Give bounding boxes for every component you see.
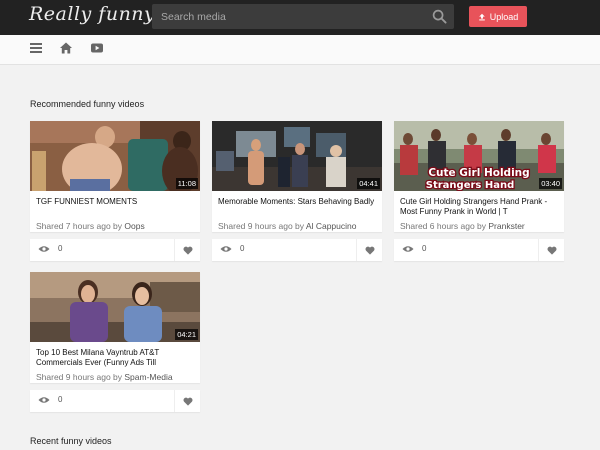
video-card-footer: 0 <box>30 390 200 412</box>
video-thumbnail[interactable]: 04:41 <box>212 121 382 191</box>
video-card-footer: 0 <box>30 239 200 261</box>
video-card-footer: 0 <box>212 239 382 261</box>
recent-section-title: Recent funny videos <box>30 436 112 446</box>
video-thumbnail[interactable]: 11:08 <box>30 121 200 191</box>
heart-icon <box>183 397 192 406</box>
like-button[interactable] <box>538 239 564 261</box>
author-link[interactable]: Spam-Media <box>124 372 172 382</box>
upload-button[interactable]: Upload <box>469 6 527 27</box>
video-meta: Shared 6 hours ago by Prankster <box>400 221 525 231</box>
video-title[interactable]: Cute Girl Holding Strangers Hand Prank -… <box>400 197 558 217</box>
video-title[interactable]: Memorable Moments: Stars Behaving Badly <box>218 197 376 207</box>
home-icon[interactable] <box>59 41 73 55</box>
upload-icon <box>478 13 485 20</box>
search-input[interactable] <box>152 4 422 29</box>
site-logo[interactable]: Really funny <box>29 3 155 25</box>
shared-text: Shared 7 hours ago by <box>36 221 125 231</box>
search-box <box>152 4 454 29</box>
video-duration: 11:08 <box>175 178 198 189</box>
search-icon[interactable] <box>432 9 447 24</box>
heart-icon <box>183 246 192 255</box>
video-thumbnail[interactable]: Cute Girl Holding Strangers Hand 03:40 <box>394 121 564 191</box>
video-duration: 04:41 <box>357 178 380 189</box>
video-card-body[interactable]: 04:41 Memorable Moments: Stars Behaving … <box>212 121 382 232</box>
eye-icon <box>38 396 50 403</box>
like-button[interactable] <box>174 239 200 261</box>
heart-icon <box>547 246 556 255</box>
thumbnail-caption-line-2: Strangers Hand <box>426 180 514 191</box>
video-card: 04:41 Memorable Moments: Stars Behaving … <box>212 121 382 261</box>
shared-text: Shared 9 hours ago by <box>36 372 125 382</box>
video-card-body[interactable]: Cute Girl Holding Strangers Hand 03:40 C… <box>394 121 564 232</box>
upload-label: Upload <box>489 11 519 22</box>
eye-icon <box>402 245 414 252</box>
thumbnail-caption-line-1: Cute Girl Holding <box>428 167 529 179</box>
view-count: 0 <box>402 244 426 253</box>
eye-icon <box>220 245 232 252</box>
top-bar: Really funny Upload <box>0 0 600 35</box>
video-card: 04:21 Top 10 Best Milana Vayntrub AT&T C… <box>30 272 200 412</box>
video-title[interactable]: Top 10 Best Milana Vayntrub AT&T Commerc… <box>36 348 194 368</box>
menu-icon[interactable] <box>29 41 43 55</box>
video-icon[interactable] <box>90 41 104 55</box>
video-meta: Shared 7 hours ago by Oops <box>36 221 145 231</box>
author-link[interactable]: Oops <box>124 221 144 231</box>
video-card-footer: 0 <box>394 239 564 261</box>
video-card-body[interactable]: 11:08 TGF FUNNIEST MOMENTS Shared 7 hour… <box>30 121 200 232</box>
author-link[interactable]: Prankster <box>488 221 524 231</box>
shared-text: Shared 9 hours ago by <box>218 221 306 231</box>
video-card-body[interactable]: 04:21 Top 10 Best Milana Vayntrub AT&T C… <box>30 272 200 383</box>
view-count: 0 <box>38 244 62 253</box>
view-count-value: 0 <box>240 244 245 253</box>
shared-text: Shared 6 hours ago by <box>400 221 489 231</box>
nav-bar <box>0 35 600 65</box>
view-count: 0 <box>38 395 62 404</box>
video-card: Cute Girl Holding Strangers Hand 03:40 C… <box>394 121 564 261</box>
video-duration: 04:21 <box>175 329 198 340</box>
eye-icon <box>38 245 50 252</box>
view-count-value: 0 <box>422 244 427 253</box>
video-meta: Shared 9 hours ago by Spam-Media <box>36 372 173 382</box>
video-thumbnail[interactable]: 04:21 <box>30 272 200 342</box>
video-card: 11:08 TGF FUNNIEST MOMENTS Shared 7 hour… <box>30 121 200 261</box>
view-count: 0 <box>220 244 244 253</box>
video-title[interactable]: TGF FUNNIEST MOMENTS <box>36 197 194 207</box>
recommended-section-title: Recommended funny videos <box>30 99 145 109</box>
view-count-value: 0 <box>58 395 63 404</box>
like-button[interactable] <box>174 390 200 412</box>
like-button[interactable] <box>356 239 382 261</box>
video-meta: Shared 9 hours ago by Al Cappucino <box>218 221 356 231</box>
video-duration: 03:40 <box>539 178 562 189</box>
view-count-value: 0 <box>58 244 63 253</box>
author-link[interactable]: Al Cappucino <box>306 221 357 231</box>
heart-icon <box>365 246 374 255</box>
